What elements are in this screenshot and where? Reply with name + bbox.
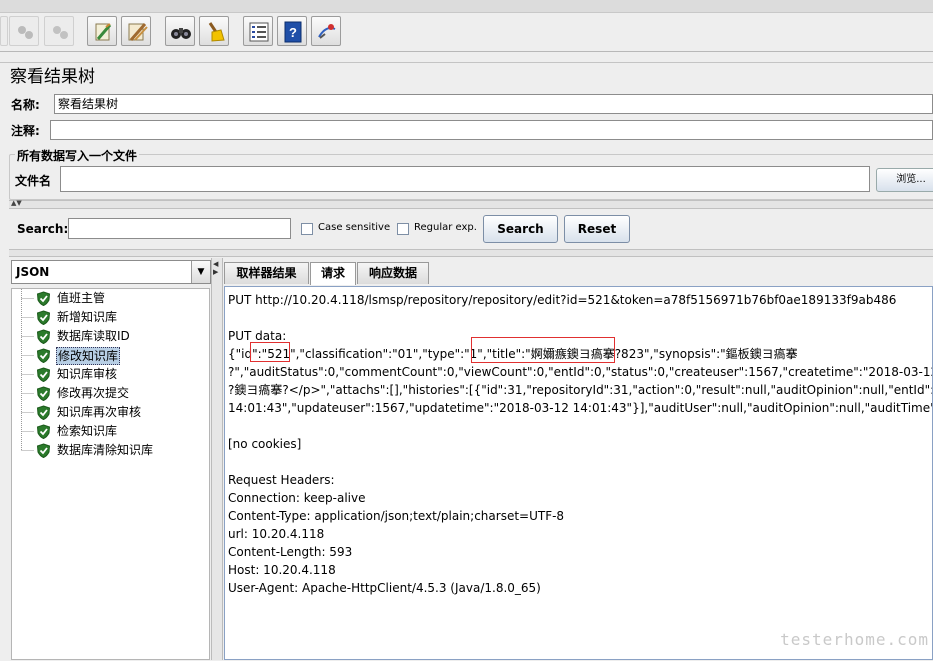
tree-item-label: 修改再次提交 <box>57 386 130 400</box>
success-shield-icon <box>36 291 51 306</box>
request-line: ?","auditStatus":0,"commentCount":0,"vie… <box>228 365 933 379</box>
request-line: PUT data: <box>228 329 287 343</box>
request-line: Connection: keep-alive <box>228 491 366 505</box>
tree-item-label: 数据库清除知识库 <box>57 443 154 457</box>
comment-input[interactable] <box>50 120 933 140</box>
tree-item-label: 知识库再次审核 <box>57 405 142 419</box>
success-shield-icon <box>36 329 51 344</box>
search-button[interactable]: Search <box>483 215 558 243</box>
help-icon[interactable]: ? <box>277 16 307 46</box>
tree-branch-line <box>21 374 34 375</box>
success-shield-icon <box>36 348 51 363</box>
file-section-title: 所有数据写入一个文件 <box>15 147 140 164</box>
filename-label: 文件名 <box>15 174 52 188</box>
search-input[interactable] <box>68 218 291 239</box>
tree-item[interactable]: 修改再次提交 <box>12 384 202 403</box>
search-binoculars-icon[interactable] <box>165 16 195 46</box>
request-line: ?鐭ヨ瘑搴?</p>","attachs":[],"histories":[{"… <box>228 383 933 397</box>
tree-item-label: 新增知识库 <box>57 310 118 324</box>
tree-branch-line <box>21 336 34 337</box>
tree-item-label: 检索知识库 <box>57 424 118 438</box>
request-line: url: 10.20.4.118 <box>228 527 325 541</box>
vertical-splitter-arrows-icon[interactable]: ◀ ▶ <box>213 260 218 276</box>
vertical-splitter[interactable]: ◀ ▶ <box>211 258 223 660</box>
renderer-select[interactable]: JSON ▼ <box>11 260 211 284</box>
tree-branch-line <box>21 393 34 394</box>
tree-item-label: 数据库读取ID <box>57 329 130 343</box>
clear-all-icon[interactable] <box>121 16 151 46</box>
search-label: Search: <box>17 222 69 236</box>
tree-branch-line <box>21 355 34 356</box>
tree-branch-line <box>21 431 34 432</box>
request-line: PUT http://10.20.4.118/lsmsp/repository/… <box>228 293 897 307</box>
tree-branch-line <box>21 317 34 318</box>
toolbar: ? <box>0 13 933 52</box>
request-line: Content-Type: application/json;text/plai… <box>228 509 565 523</box>
svg-text:?: ? <box>289 25 297 40</box>
remote-stop-icon[interactable] <box>44 16 74 46</box>
reset-search-broom-icon[interactable] <box>199 16 229 46</box>
tree-item[interactable]: 新增知识库 <box>12 308 202 327</box>
remote-start-icon[interactable] <box>9 16 39 46</box>
name-input[interactable]: 察看结果树 <box>54 94 933 114</box>
tree-item[interactable]: 知识库审核 <box>12 365 202 384</box>
tree-item[interactable]: 值班主管 <box>12 289 202 308</box>
request-line: Host: 10.20.4.118 <box>228 563 336 577</box>
reset-button[interactable]: Reset <box>564 215 630 243</box>
tree-branch-line <box>21 450 34 451</box>
tree-branch-line <box>21 298 34 299</box>
top-strip <box>0 0 933 13</box>
tree-item[interactable]: 数据库清除知识库 <box>12 441 202 460</box>
success-shield-icon <box>36 367 51 382</box>
case-sensitive-label: Case sensitive <box>318 222 391 233</box>
success-shield-icon <box>36 386 51 401</box>
chevron-down-icon[interactable]: ▼ <box>191 261 210 283</box>
id-highlight-box <box>250 342 290 362</box>
success-shield-icon <box>36 310 51 325</box>
tree-item-label: 知识库审核 <box>57 367 118 381</box>
case-sensitive-checkbox[interactable] <box>301 223 313 235</box>
splitter-arrows-icon[interactable]: ▲▼ <box>11 200 22 207</box>
success-shield-icon <box>36 443 51 458</box>
result-tree: 值班主管新增知识库数据库读取ID 修改知识库知识库审核修改再次提交 知识库再次审核检… <box>11 288 210 660</box>
tab-response-data[interactable]: 响应数据 <box>357 262 429 284</box>
tree-item[interactable]: 数据库读取ID <box>12 327 202 346</box>
toolbar-edge <box>0 16 8 46</box>
title-highlight-box <box>471 337 615 363</box>
success-shield-icon <box>36 405 51 420</box>
page-title: 察看结果树 <box>0 62 933 92</box>
renderer-select-value: JSON <box>16 265 50 279</box>
regex-checkbox[interactable] <box>397 223 409 235</box>
filename-input[interactable] <box>60 166 870 192</box>
tree-item-label: 值班主管 <box>57 291 106 305</box>
name-label: 名称: <box>11 98 40 112</box>
tree-branch-line <box>21 412 34 413</box>
tab-sampler-result[interactable]: 取样器结果 <box>224 262 309 284</box>
horizontal-splitter[interactable] <box>9 200 933 209</box>
regex-label: Regular exp. <box>414 222 477 233</box>
tree-item[interactable]: 检索知识库 <box>12 422 202 441</box>
lower-splitter[interactable] <box>9 249 933 257</box>
browse-button[interactable]: 浏览... <box>876 168 933 192</box>
request-line: [no cookies] <box>228 437 302 451</box>
request-line: Request Headers: <box>228 473 335 487</box>
tree-item-label: 修改知识库 <box>56 347 121 365</box>
success-shield-icon <box>36 424 51 439</box>
tree-item[interactable]: 修改知识库 <box>12 346 202 365</box>
tree-item[interactable]: 知识库再次审核 <box>12 403 202 422</box>
request-content[interactable]: PUT http://10.20.4.118/lsmsp/repository/… <box>224 286 933 660</box>
function-helper-list-icon[interactable] <box>243 16 273 46</box>
request-line: 14:01:43","updateuser":1567,"updatetime"… <box>228 401 933 415</box>
comment-label: 注释: <box>11 124 40 138</box>
watermark: testerhome.com <box>780 630 929 649</box>
clear-icon[interactable] <box>87 16 117 46</box>
tab-request[interactable]: 请求 <box>310 262 356 285</box>
request-line: Content-Length: 593 <box>228 545 353 559</box>
request-line: User-Agent: Apache-HttpClient/4.5.3 (Jav… <box>228 581 541 595</box>
plugin-manager-icon[interactable] <box>311 16 341 46</box>
